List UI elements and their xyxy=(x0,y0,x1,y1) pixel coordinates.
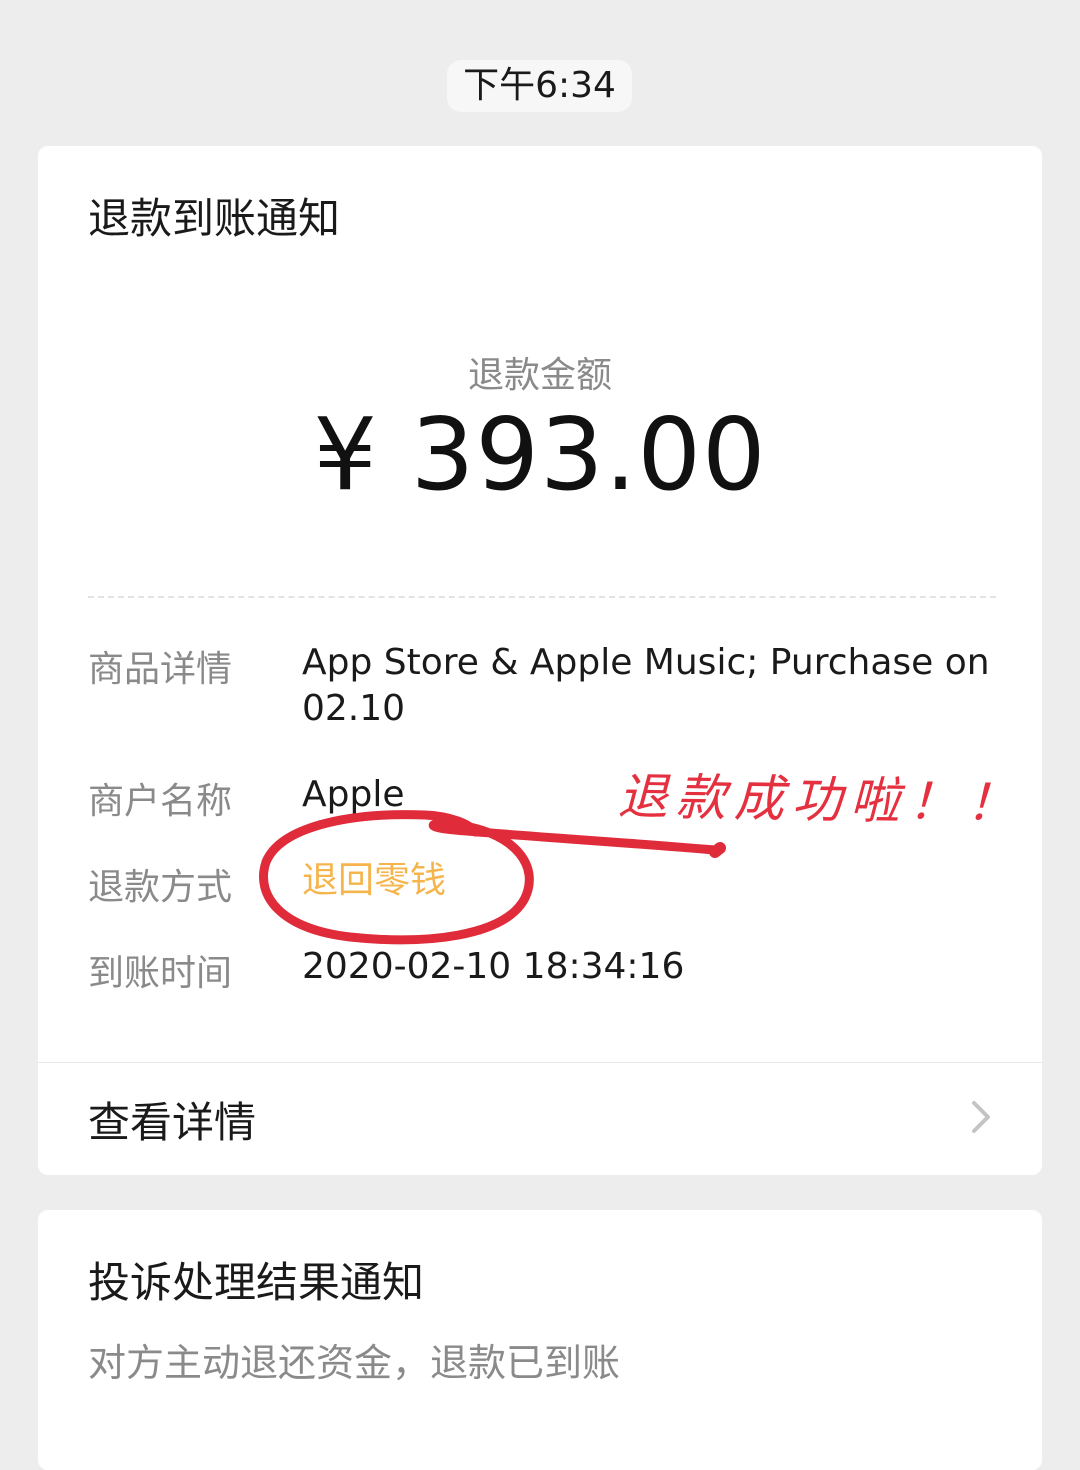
chevron-right-icon xyxy=(972,1101,990,1133)
method-value: 退回零钱 xyxy=(302,860,447,901)
complaint-notification-card: 投诉处理结果通知 对方主动退还资金，退款已到账 xyxy=(38,1210,1042,1470)
method-label: 退款方式 xyxy=(88,867,233,908)
refund-notification-card: 退款到账通知 退款金额 ¥ 393.00 商品详情 App Store & Ap… xyxy=(38,146,1042,1175)
merchant-label: 商户名称 xyxy=(88,781,233,822)
goods-label: 商品详情 xyxy=(88,649,233,690)
time-value: 2020-02-10 18:34:16 xyxy=(302,946,685,987)
view-detail-button[interactable]: 查看详情 xyxy=(38,1063,1042,1175)
complaint-subtitle: 对方主动退还资金，退款已到账 xyxy=(88,1341,621,1385)
view-detail-label: 查看详情 xyxy=(88,1098,257,1147)
refund-amount-label: 退款金额 xyxy=(467,355,612,396)
time-label: 到账时间 xyxy=(88,953,233,994)
annotation-text: 退款成功啦！！ xyxy=(617,767,1025,833)
refund-amount-value: ¥ 393.00 xyxy=(313,396,767,513)
goods-value: App Store & Apple Music; Purchase on 02.… xyxy=(302,642,990,729)
dashed-divider xyxy=(88,596,996,598)
complaint-title: 投诉处理结果通知 xyxy=(88,1258,425,1307)
message-timestamp: 下午6:34 xyxy=(447,60,632,112)
card-title: 退款到账通知 xyxy=(88,194,341,243)
